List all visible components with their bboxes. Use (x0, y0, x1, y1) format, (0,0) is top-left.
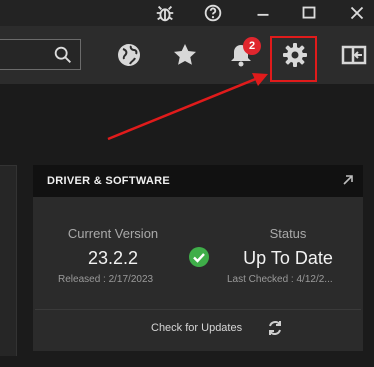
exit-icon (341, 45, 367, 65)
close-icon (350, 6, 364, 20)
current-version-value: 23.2.2 (87, 248, 139, 268)
top-toolbar: 2 (0, 26, 374, 84)
check-for-updates-button[interactable]: Check for Updates (140, 316, 300, 342)
current-version-label: Current Version (67, 226, 159, 241)
notification-badge: 2 (243, 37, 261, 55)
check-for-updates-label: Check for Updates (151, 322, 243, 334)
last-checked: Last Checked : 4/12/2... (227, 274, 333, 285)
status-value: Up To Date (243, 248, 333, 268)
help-button[interactable] (202, 2, 224, 24)
minimize-button[interactable] (252, 2, 274, 24)
close-button[interactable] (346, 2, 368, 24)
bug-icon (156, 5, 174, 22)
help-icon (204, 4, 222, 22)
left-panel (0, 165, 17, 356)
bug-report-button[interactable] (154, 2, 176, 24)
star-icon (174, 44, 196, 65)
globe-icon (118, 44, 140, 66)
globe-button[interactable] (114, 40, 144, 70)
card-divider (35, 309, 361, 310)
check-circle-icon (189, 247, 209, 267)
exit-button[interactable] (338, 40, 368, 70)
title-bar (0, 0, 374, 26)
refresh-icon (269, 321, 281, 335)
search-box[interactable] (0, 39, 81, 70)
search-icon[interactable] (52, 44, 74, 66)
card-title: DRIVER & SOFTWARE (47, 175, 171, 187)
maximize-icon (302, 6, 316, 19)
settings-highlight-box (270, 36, 317, 82)
status-label: Status (269, 226, 307, 241)
maximize-button[interactable] (298, 2, 320, 24)
minimize-icon (257, 13, 269, 16)
favorites-button[interactable] (170, 40, 200, 70)
search-input[interactable] (0, 40, 44, 69)
expand-icon[interactable] (341, 173, 355, 187)
released-date: Released : 2/17/2023 (58, 274, 154, 285)
card-header: DRIVER & SOFTWARE (33, 165, 363, 197)
